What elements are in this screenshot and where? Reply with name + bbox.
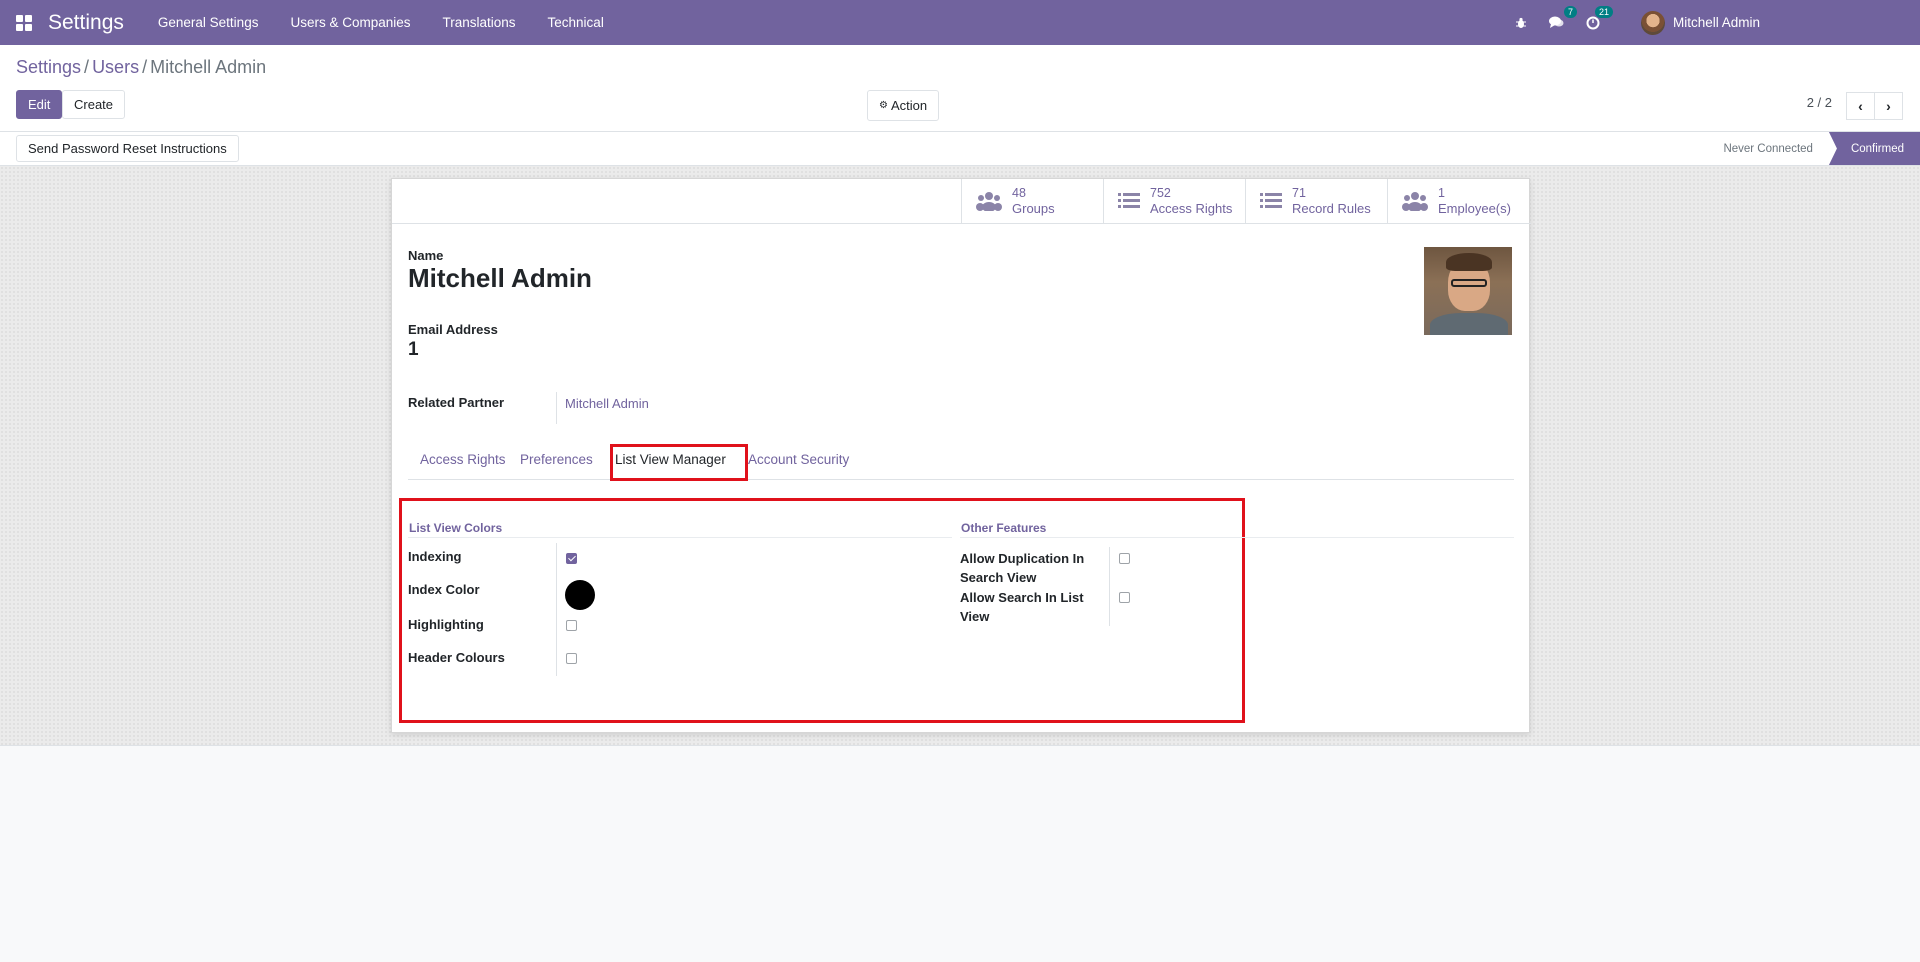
group-divider [408,537,952,538]
smart-button-box: 48 Groups 752 Access Rights 71 Record Rules… [961,179,1529,224]
other-features-title: Other Features [961,521,1047,535]
employees-smart-button[interactable]: 1 Employee(s) [1387,179,1529,223]
name-label: Name [408,248,444,263]
tab-access-rights[interactable]: Access Rights [420,452,506,467]
notebook-tabs: Access Rights Preferences List View Mana… [408,444,1514,480]
access-rights-smart-button[interactable]: 752 Access Rights [1103,179,1245,223]
action-label: Action [890,98,928,113]
highlighting-checkbox[interactable] [566,620,577,631]
header-colours-checkbox[interactable] [566,653,577,664]
form-sheet: 48 Groups 752 Access Rights 71 Record Rules… [391,178,1531,733]
tab-preferences[interactable]: Preferences [520,452,593,467]
user-menu[interactable]: Mitchell Admin [1640,10,1760,35]
related-partner-label: Related Partner [408,395,505,410]
breadcrumb-current: Mitchell Admin [150,57,267,77]
highlighting-label: Highlighting [408,617,484,632]
app-title[interactable]: Settings [48,11,124,35]
menu-users-companies[interactable]: Users & Companies [274,15,426,30]
top-navbar: Settings General Settings Users & Compan… [0,0,1920,45]
menu-technical[interactable]: Technical [532,15,620,30]
gear-icon: ⚙ [879,100,888,111]
header-colours-label: Header Colours [408,650,505,665]
list-icon [1260,193,1282,208]
access-rights-count: 752 [1150,186,1171,200]
tab-account-security[interactable]: Account Security [748,452,849,467]
field-divider [556,543,557,676]
allow-duplication-label: Allow Duplication In Search View [960,551,1085,585]
tab-highlight-box [610,444,748,481]
groups-count: 48 [1012,186,1026,200]
send-password-reset-button[interactable]: Send Password Reset Instructions [16,135,239,162]
content-highlight-box [399,498,1245,723]
list-view-colors-title: List View Colors [409,521,503,535]
record-rules-smart-button[interactable]: 71 Record Rules [1245,179,1387,223]
user-avatar [1640,10,1665,35]
allow-search-label: Allow Search In List View [960,590,1084,624]
menu-general-settings[interactable]: General Settings [142,15,275,30]
debug-bug-icon[interactable] [1512,14,1530,32]
chevron-right-icon: › [1886,98,1891,114]
breadcrumb-settings[interactable]: Settings [16,57,81,77]
status-stages: Never Connected Confirmed [1707,132,1920,165]
main-menu: General Settings Users & Companies Trans… [142,15,620,30]
users-icon [976,192,1002,211]
messages-icon[interactable]: 7 [1548,5,1577,32]
control-panel: Settings / Users / Mitchell Admin Edit Creat… [0,45,1920,132]
field-divider [556,392,557,424]
form-statusbar: Send Password Reset Instructions Never C… [0,132,1920,166]
groups-label: Groups [1012,201,1055,216]
name-value[interactable]: Mitchell Admin [408,263,592,294]
breadcrumb-separator: / [142,57,148,77]
users-icon [1402,192,1428,211]
activities-clock-icon[interactable]: 21 [1584,5,1613,32]
breadcrumb-separator: / [84,57,90,77]
record-rules-label: Record Rules [1292,201,1371,216]
record-rules-count: 71 [1292,186,1306,200]
email-value[interactable]: 1 [408,339,419,361]
index-color-picker[interactable] [565,580,595,610]
related-partner-link[interactable]: Mitchell Admin [565,396,649,411]
groups-smart-button[interactable]: 48 Groups [961,179,1103,223]
pager-value[interactable]: 2 / 2 [1807,95,1832,110]
employees-label: Employee(s) [1438,201,1511,216]
email-label: Email Address [408,322,498,337]
action-button[interactable]: ⚙ Action [867,90,940,121]
chevron-left-icon: ‹ [1858,98,1863,114]
pager-previous-button[interactable]: ‹ [1846,92,1875,120]
allow-duplication-checkbox[interactable] [1119,553,1130,564]
systray: 7 21 Mitchell Admin [1503,0,1920,45]
edit-button[interactable]: Edit [16,90,63,119]
access-rights-label: Access Rights [1150,201,1233,216]
indexing-checkbox[interactable] [566,553,577,564]
menu-translations[interactable]: Translations [427,15,532,30]
field-divider [1109,547,1110,626]
list-icon [1118,193,1140,208]
user-photo[interactable] [1424,247,1512,335]
stage-confirmed[interactable]: Confirmed [1828,132,1920,165]
allow-search-checkbox[interactable] [1119,592,1130,603]
user-name: Mitchell Admin [1672,15,1760,30]
group-divider [960,537,1514,538]
messages-count-badge: 7 [1563,5,1577,18]
create-button[interactable]: Create [62,90,126,119]
index-color-label: Index Color [408,582,480,597]
pager-next-button[interactable]: › [1874,92,1903,120]
breadcrumb: Settings / Users / Mitchell Admin [16,57,266,78]
stage-never-connected[interactable]: Never Connected [1707,132,1829,165]
apps-menu-icon[interactable] [16,14,32,31]
breadcrumb-users[interactable]: Users [92,57,139,77]
employees-count: 1 [1438,186,1445,200]
activities-count-badge: 21 [1594,5,1613,18]
indexing-label: Indexing [408,549,462,564]
